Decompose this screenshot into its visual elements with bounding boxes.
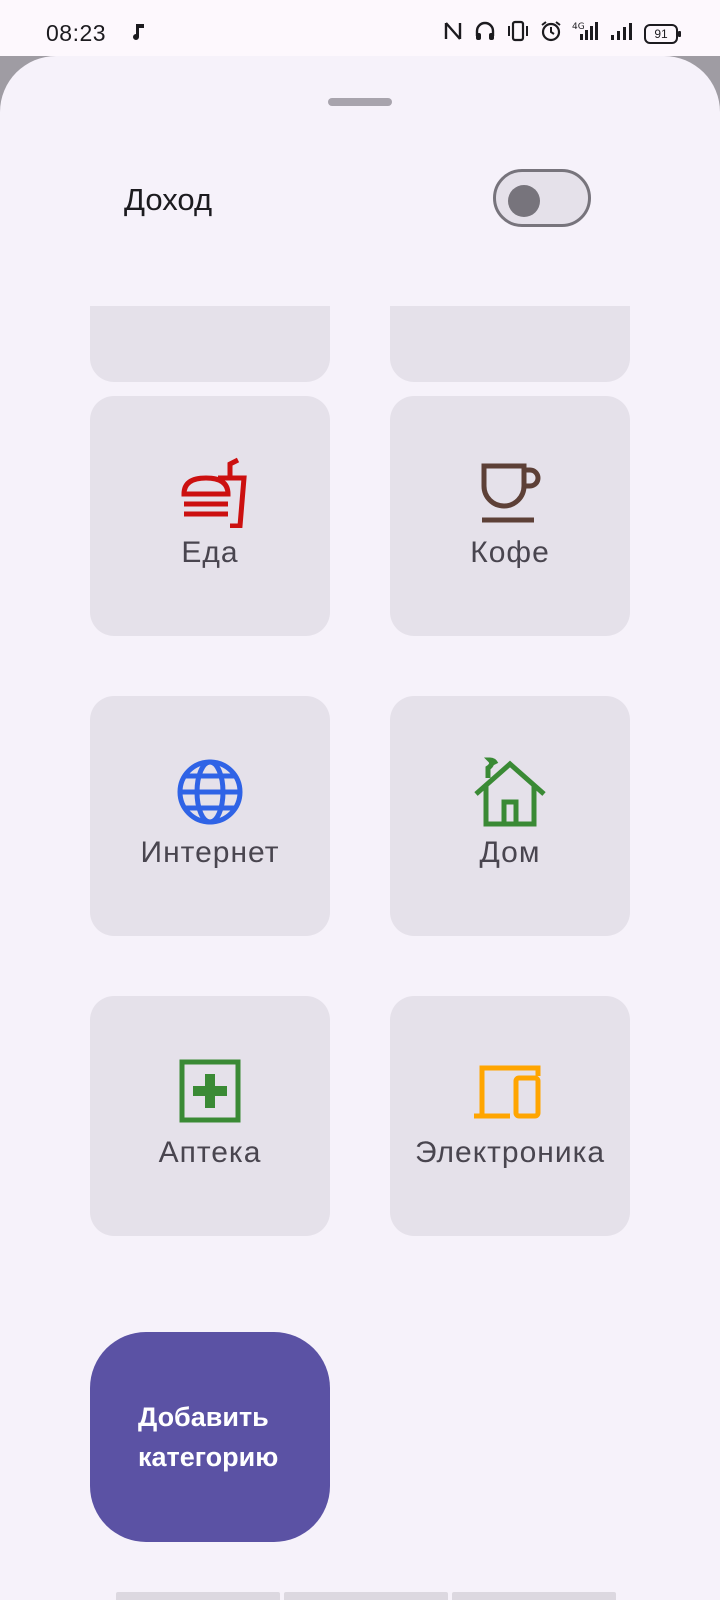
- category-tile-home[interactable]: Дом: [390, 696, 630, 936]
- income-switch[interactable]: [493, 169, 591, 227]
- category-tile-food[interactable]: Еда: [90, 396, 330, 636]
- category-tile-hidden[interactable]: [390, 306, 630, 382]
- drag-handle[interactable]: [328, 98, 392, 106]
- globe-icon: [90, 756, 330, 828]
- category-tile-internet[interactable]: Интернет: [90, 696, 330, 936]
- switch-thumb: [508, 185, 540, 217]
- devices-icon: [390, 1056, 630, 1128]
- add-category-label: Добавить категорию: [138, 1402, 279, 1472]
- status-time: 08:23: [46, 20, 107, 46]
- status-bar: 08:23 4G 91: [0, 0, 720, 56]
- headphones-icon: [474, 20, 496, 47]
- nfc-icon: [442, 20, 464, 47]
- house-icon: [390, 756, 630, 828]
- category-label: Кофе: [470, 536, 550, 569]
- fastfood-icon: [90, 456, 330, 528]
- category-tile-hidden[interactable]: [90, 306, 330, 382]
- category-grid[interactable]: Еда Кофе Интернет Дом Аптека Электроника…: [0, 306, 720, 1586]
- add-category-button[interactable]: Добавить категорию: [90, 1332, 330, 1542]
- svg-text:4G: 4G: [572, 22, 585, 32]
- category-label: Электроника: [414, 1136, 606, 1169]
- medical-plus-icon: [90, 1056, 330, 1128]
- bottom-sheet: Доход Еда Кофе Интернет Дом Аптека Элект…: [0, 56, 720, 1600]
- category-tile-electronics[interactable]: Электроника: [390, 996, 630, 1236]
- category-tile-pharmacy[interactable]: Аптека: [90, 996, 330, 1236]
- alarm-icon: [540, 20, 562, 47]
- category-label: Аптека: [158, 1136, 262, 1169]
- bottom-edge-divider: [116, 1592, 616, 1600]
- category-label: Интернет: [140, 836, 280, 869]
- income-toggle-label: Доход: [124, 182, 213, 217]
- category-label: Дом: [479, 836, 541, 869]
- category-tile-coffee[interactable]: Кофе: [390, 396, 630, 636]
- vibrate-icon: [506, 20, 530, 47]
- music-note-icon: [128, 22, 148, 47]
- category-label: Еда: [181, 536, 239, 569]
- battery-icon: 91: [644, 23, 681, 44]
- coffee-cup-icon: [390, 456, 630, 528]
- signal-icon: [610, 20, 634, 47]
- signal-4g-icon: 4G: [572, 20, 600, 47]
